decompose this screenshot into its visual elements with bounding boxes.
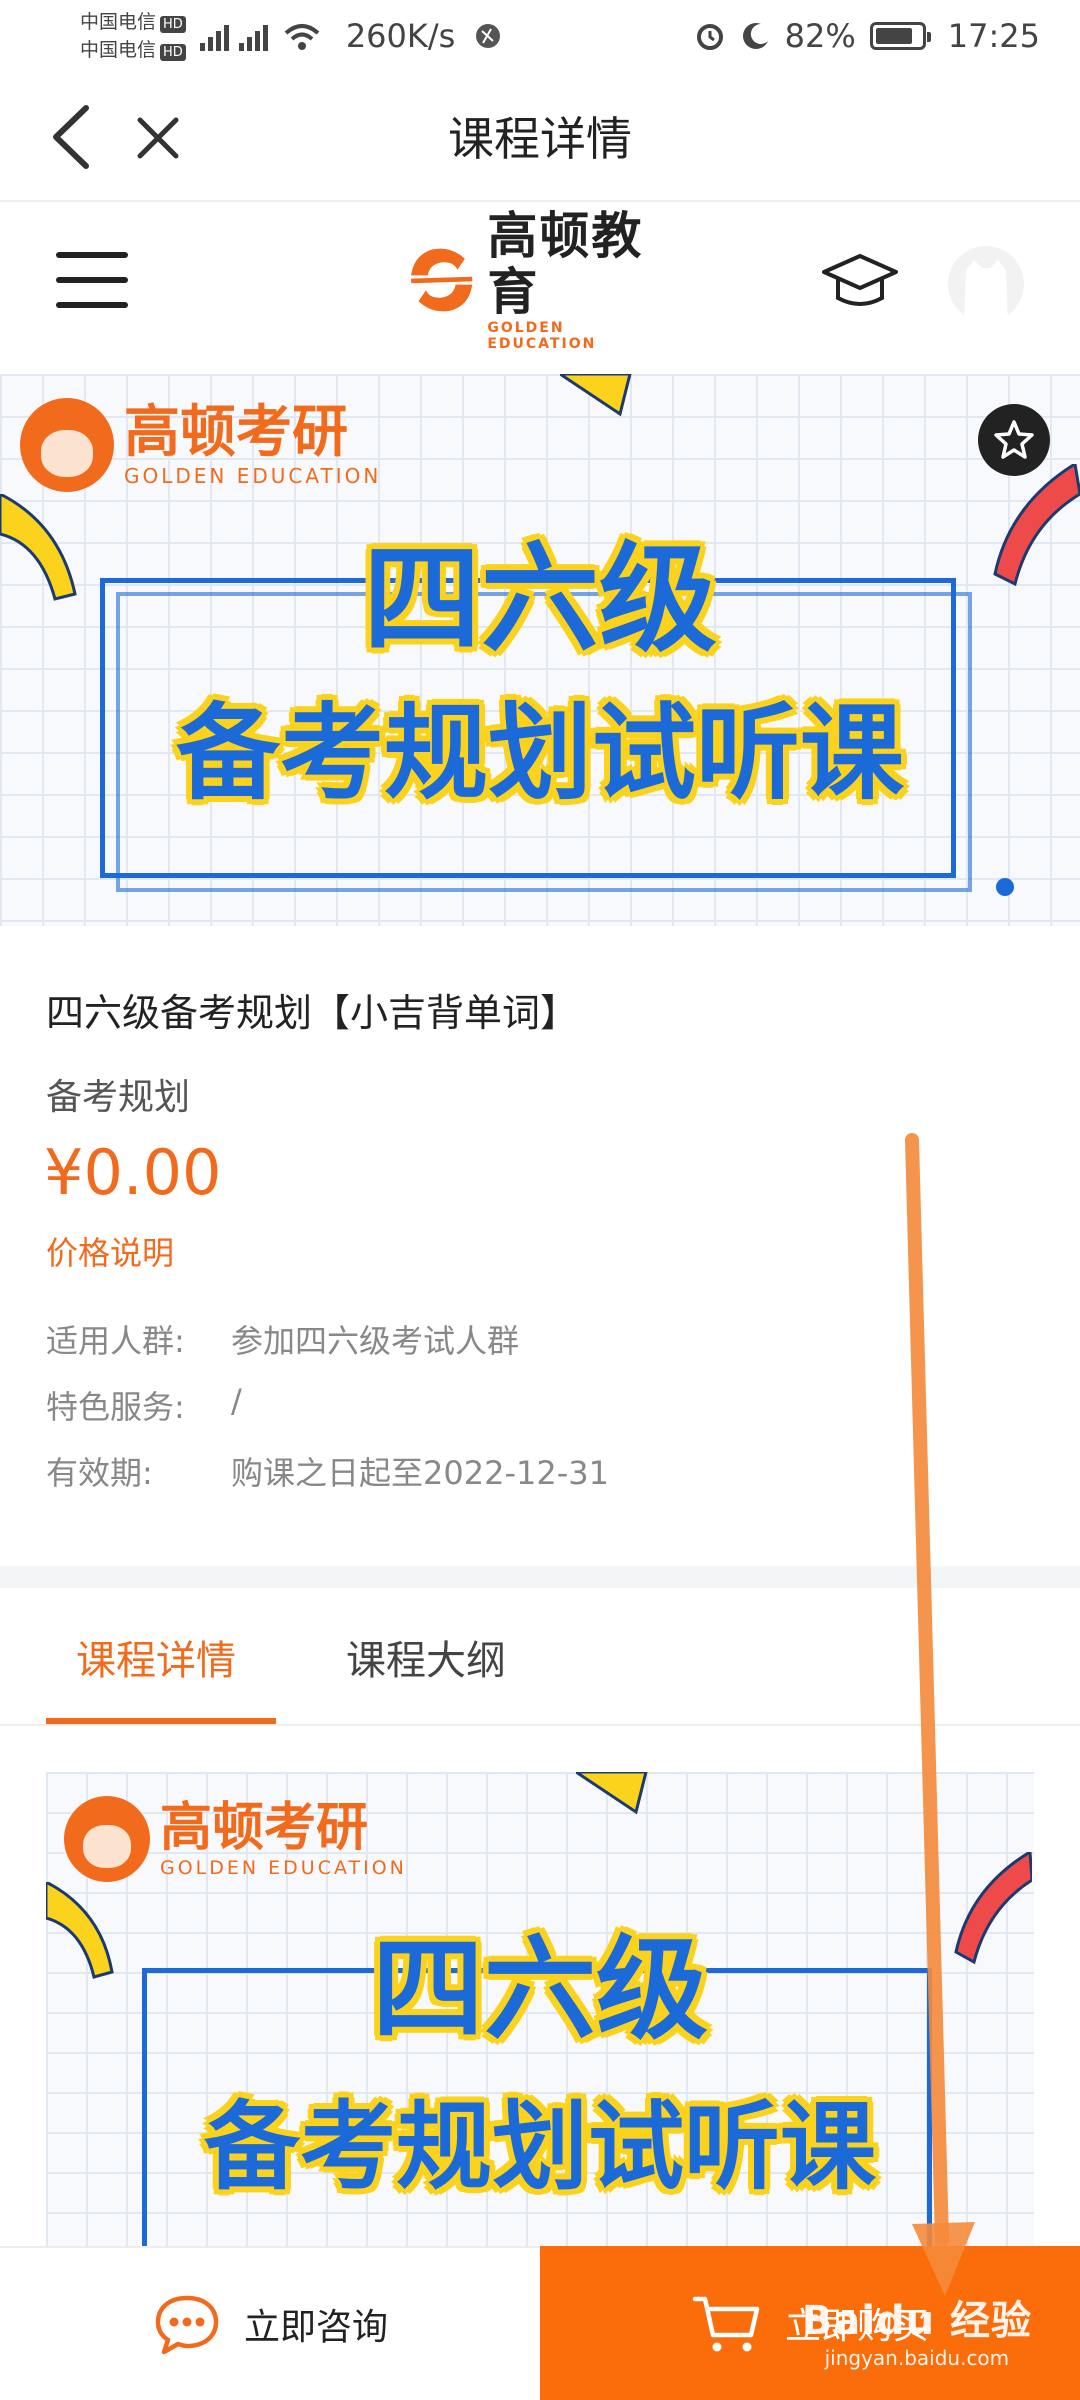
banner-subheadline: 备考规划试听课: [204, 2091, 876, 2203]
carrier-line-2: 中国电信 HD: [80, 36, 186, 64]
brand-lockup: 高顿考研 GOLDEN EDUCATION: [20, 398, 381, 492]
meta-key: 有效期:: [46, 1454, 153, 1492]
hd-badge: HD: [160, 44, 186, 61]
banner-subheadline: 备考规划试听课: [175, 692, 904, 814]
menu-icon[interactable]: [56, 252, 128, 308]
hd-badge: HD: [160, 16, 186, 33]
battery-fill: [875, 28, 912, 44]
site-logo[interactable]: 高顿教育 GOLDEN EDUCATION: [400, 208, 680, 352]
ribbon-decoration: [576, 1772, 648, 1815]
logo-tagline: GOLDEN EDUCATION: [487, 320, 597, 352]
meta-row: 有效期: 购课之日起至2022-12-31: [46, 1448, 609, 1494]
graduation-cap-icon[interactable]: [820, 246, 900, 316]
avatar-icon: [964, 260, 1008, 322]
wifi-icon: [284, 24, 320, 50]
watermark: Baidu 经验 jingyan.baidu.com: [802, 2288, 1032, 2370]
signal-icon: [199, 21, 229, 51]
consult-label: 立即咨询: [243, 2307, 388, 2348]
brand-lockup: 高顿考研 GOLDEN EDUCATION: [64, 1796, 407, 1882]
ribbon-decoration: [560, 374, 632, 417]
cart-icon: [692, 2296, 760, 2352]
star-icon: [994, 420, 1034, 459]
consult-button[interactable]: 立即咨询: [0, 2246, 540, 2400]
site-header: 高顿教育 GOLDEN EDUCATION: [0, 202, 1080, 372]
meta-key: 特色服务:: [46, 1388, 185, 1426]
dot-decoration: [996, 878, 1014, 896]
course-subtitle: 备考规划: [46, 1077, 191, 1118]
alarm-icon: [696, 24, 723, 50]
signal-icon: [238, 21, 268, 51]
logo-mark-icon: [411, 248, 473, 312]
carrier-2: 中国电信: [80, 39, 157, 61]
tab-bar: 课程详情 课程大纲: [0, 1588, 1080, 1726]
meta-value: 参加四六级考试人群: [231, 1322, 520, 1360]
watermark-main: Baidu 经验: [801, 2298, 1032, 2344]
course-info: 四六级备考规划【小吉背单词】 备考规划 ¥0.00 价格说明 适用人群: 参加四…: [0, 926, 1080, 1566]
battery-icon: [869, 22, 931, 50]
meta-key: 适用人群:: [46, 1322, 185, 1360]
globe-icon: [476, 24, 501, 48]
logo-name: 高顿教育: [487, 207, 644, 321]
detail-image: 高顿考研 GOLDEN EDUCATION 四六级 备考规划试听课: [46, 1772, 1034, 2252]
meta-row: 适用人群: 参加四六级考试人群: [46, 1316, 519, 1362]
moon-icon: [742, 23, 768, 49]
tab-indicator: [46, 1718, 276, 1724]
nav-bar: 课程详情: [0, 72, 1080, 202]
meta-row: 特色服务: /: [46, 1382, 242, 1428]
close-icon[interactable]: [130, 110, 186, 166]
mascot-icon: [64, 1796, 150, 1882]
watermark-sub: jingyan.baidu.com: [824, 2346, 1010, 2370]
brand-tagline: GOLDEN EDUCATION: [124, 464, 382, 488]
avatar[interactable]: [948, 246, 1024, 322]
clock: 17:25: [947, 17, 1040, 55]
favorite-button[interactable]: [978, 404, 1050, 476]
price-note-link[interactable]: 价格说明: [46, 1228, 174, 1274]
brand-tagline: GOLDEN EDUCATION: [160, 1857, 407, 1879]
banner-headline: 四六级: [362, 530, 717, 668]
meta-value: /: [231, 1382, 242, 1420]
carrier-line-1: 中国电信 HD: [80, 8, 186, 36]
tab-course-outline[interactable]: 课程大纲: [346, 1628, 506, 1686]
carrier-info: 中国电信 HD 中国电信 HD: [80, 8, 186, 64]
chevron-left-icon[interactable]: [42, 102, 102, 172]
section-divider: [0, 1566, 1080, 1588]
brand-name: 高顿考研: [124, 400, 348, 465]
brand-name: 高顿考研: [160, 1798, 369, 1858]
course-banner: 高顿考研 GOLDEN EDUCATION 四六级 备考规划试听课: [0, 374, 1080, 926]
mascot-icon: [20, 398, 114, 492]
chat-icon: [155, 2295, 219, 2355]
battery-percent: 82%: [784, 17, 856, 55]
status-left: 中国电信 HD 中国电信 HD 260K/s: [80, 8, 503, 64]
course-title: 四六级备考规划【小吉背单词】: [46, 991, 579, 1035]
course-price: ¥0.00: [44, 1136, 222, 1209]
status-bar: 中国电信 HD 中国电信 HD 260K/s 82% 17:25: [0, 0, 1080, 72]
carrier-1: 中国电信: [80, 11, 157, 33]
tab-course-details[interactable]: 课程详情: [76, 1628, 236, 1686]
meta-value: 购课之日起至2022-12-31: [231, 1454, 609, 1492]
network-speed: 260K/s: [345, 17, 456, 55]
brand-text: 高顿考研 GOLDEN EDUCATION: [124, 400, 382, 489]
status-right: 82% 17:25: [693, 17, 1040, 55]
brand-text: 高顿考研 GOLDEN EDUCATION: [160, 1799, 407, 1879]
banner-headline: 四六级: [372, 1925, 708, 2055]
logo-text: 高顿教育 GOLDEN EDUCATION: [487, 208, 680, 352]
